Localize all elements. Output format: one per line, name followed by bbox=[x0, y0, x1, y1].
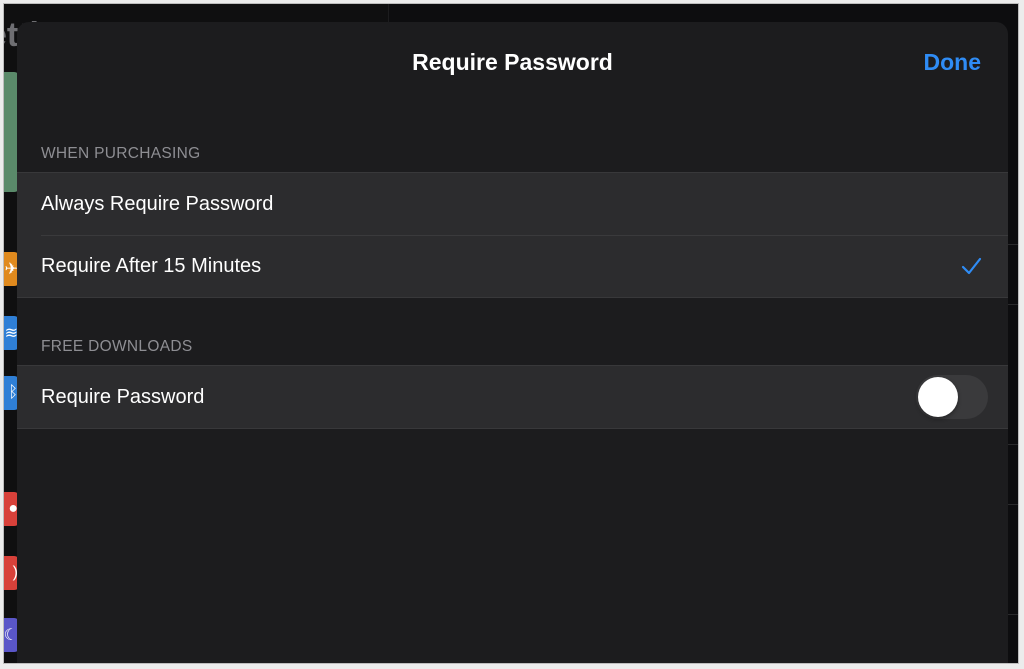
require-password-label: Require Password bbox=[41, 385, 205, 408]
require-password-row: Require Password bbox=[17, 366, 1008, 428]
checkmark-icon bbox=[961, 257, 982, 275]
require-password-toggle[interactable] bbox=[916, 375, 988, 419]
page-title: Require Password bbox=[412, 49, 613, 75]
option-label: Always Require Password bbox=[41, 192, 274, 215]
toggle-knob bbox=[918, 377, 958, 417]
purchasing-options-group: Always Require Password Require After 15… bbox=[17, 172, 1008, 298]
require-password-sheet: Require Password Done WHEN PURCHASING Al… bbox=[17, 22, 1008, 663]
done-button[interactable]: Done bbox=[924, 49, 982, 76]
screen-frame: etti ✈ ≋ ᛒ ● ) ☾ Require Password Done W… bbox=[3, 3, 1019, 664]
option-label: Require After 15 Minutes bbox=[41, 254, 262, 277]
option-always-require-password[interactable]: Always Require Password bbox=[17, 173, 1008, 235]
navigation-bar: Require Password Done bbox=[17, 22, 1008, 100]
section-header-when-purchasing: WHEN PURCHASING bbox=[41, 145, 201, 162]
section-header-free-downloads: FREE DOWNLOADS bbox=[41, 338, 193, 355]
option-require-after-15-minutes[interactable]: Require After 15 Minutes bbox=[17, 235, 1008, 297]
free-downloads-group: Require Password bbox=[17, 365, 1008, 429]
